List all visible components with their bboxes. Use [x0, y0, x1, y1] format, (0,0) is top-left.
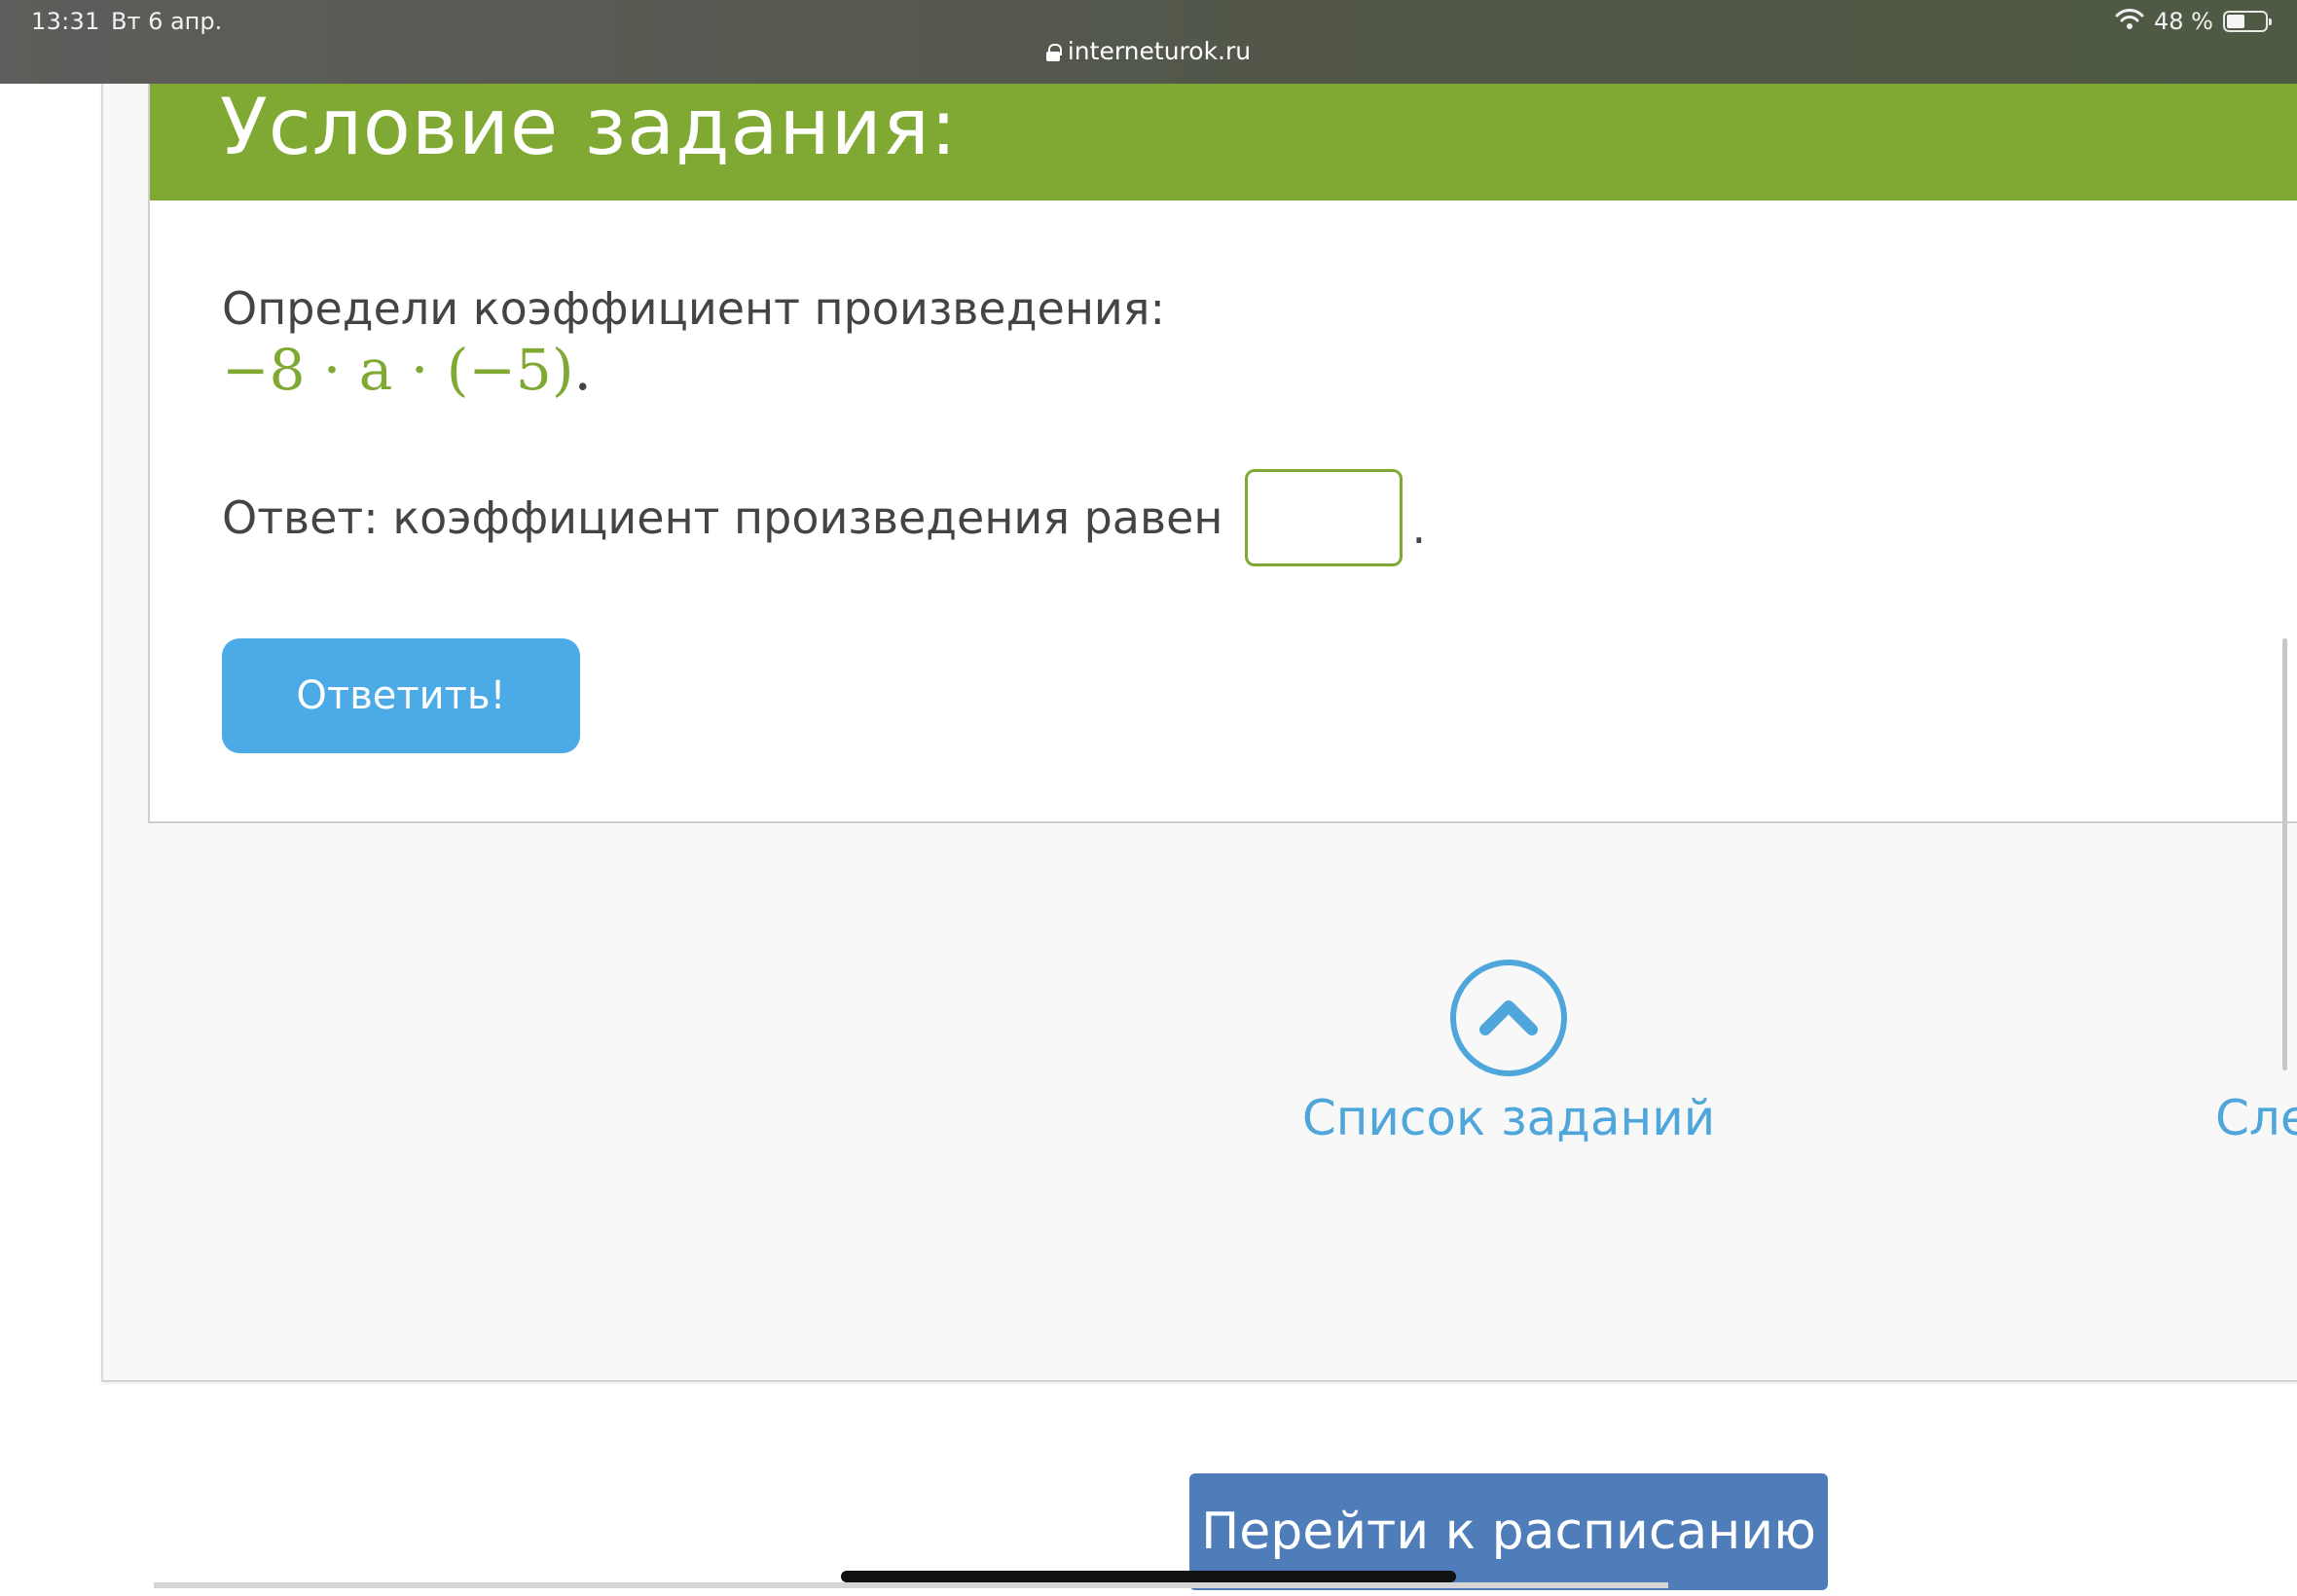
answer-line: Ответ: коэффициент произведения равен .	[222, 469, 1426, 566]
expression-period: .	[573, 337, 592, 403]
battery-percent: 48 %	[2154, 8, 2213, 35]
task-card: Условие задания: Определи коэффициент пр…	[148, 58, 2297, 823]
divider	[154, 1582, 1668, 1588]
submit-answer-button[interactable]: Ответить!	[222, 638, 580, 753]
math-expression: −8 · a · (−5).	[222, 337, 592, 403]
answer-period: .	[1411, 501, 1427, 554]
battery-fill	[2227, 15, 2245, 28]
status-date: Вт 6 апр.	[111, 8, 223, 35]
answer-prefix: Ответ: коэффициент произведения равен	[222, 491, 1223, 544]
status-bar: 13:31 Вт 6 апр. 48 % interneturok.ru	[0, 0, 2297, 84]
home-indicator[interactable]	[841, 1571, 1456, 1582]
chevron-up-icon[interactable]	[1450, 960, 1567, 1076]
url-bar[interactable]: interneturok.ru	[0, 37, 2297, 65]
status-right-group: 48 %	[2115, 8, 2272, 35]
lock-icon	[1045, 43, 1062, 61]
next-task-link[interactable]: Сле	[2215, 1090, 2297, 1146]
status-time: 13:31	[31, 8, 100, 35]
expression-text: −8 · a · (−5)	[222, 337, 574, 403]
scrollbar[interactable]	[2282, 638, 2287, 1070]
task-list-label[interactable]: Список заданий	[1302, 1090, 1715, 1146]
task-question: Определи коэффициент произведения:	[222, 282, 1165, 335]
task-title: Условие задания:	[220, 82, 958, 172]
task-list-link[interactable]: Список заданий	[1302, 960, 1715, 1146]
wifi-icon	[2115, 8, 2144, 35]
url-text: interneturok.ru	[1067, 37, 1252, 65]
battery-icon	[2223, 11, 2272, 32]
answer-input[interactable]	[1244, 469, 1403, 566]
